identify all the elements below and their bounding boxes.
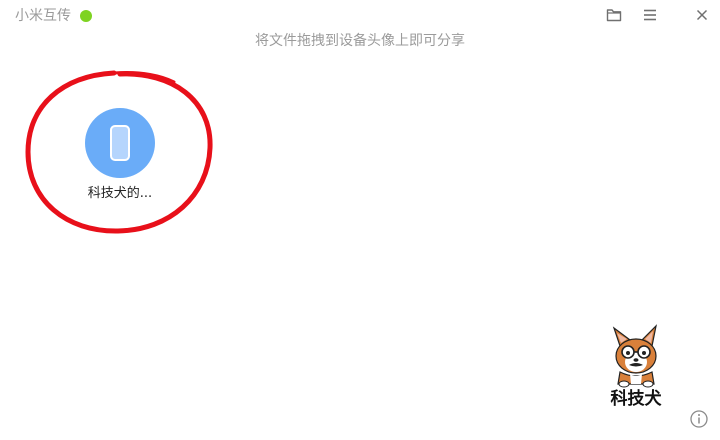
phone-icon: [110, 125, 130, 161]
watermark-text: 科技犬: [611, 388, 663, 409]
menu-icon: [644, 9, 656, 21]
watermark-logo: 科技犬: [611, 324, 663, 409]
menu-button[interactable]: [641, 6, 659, 24]
title-bar: 小米互传: [0, 0, 720, 30]
main-window: 小米互传 将文件拖拽到设备头像上即可分享 科技犬的... 科技犬: [0, 0, 720, 440]
open-folder-button[interactable]: [605, 6, 623, 24]
close-button[interactable]: [693, 6, 711, 24]
device-avatar[interactable]: [85, 108, 155, 178]
info-button[interactable]: [689, 409, 709, 429]
device-name: 科技犬的...: [87, 186, 153, 201]
drag-share-hint: 将文件拖拽到设备头像上即可分享: [255, 33, 465, 49]
info-icon: [690, 410, 708, 428]
close-icon: [696, 9, 708, 21]
online-status-dot: [80, 10, 92, 22]
folder-icon: [606, 9, 622, 22]
app-title: 小米互传: [15, 8, 71, 24]
